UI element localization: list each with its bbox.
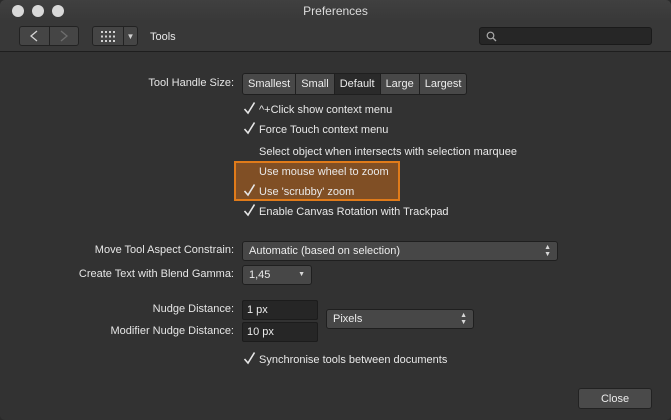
segment-large[interactable]: Large	[379, 74, 419, 94]
checkbox-label: ^+Click show context menu	[259, 104, 393, 116]
checkmark-icon	[243, 204, 256, 217]
chevron-down-icon: ▼	[298, 271, 305, 278]
checkbox-box[interactable]	[243, 184, 256, 198]
checkbox-scrubby-zoom[interactable]: Use 'scrubby' zoom	[243, 184, 354, 200]
move-tool-aspect-label: Move Tool Aspect Constrain:	[94, 244, 234, 256]
checkbox-label: Synchronise tools between documents	[259, 354, 448, 366]
checkbox-label: Force Touch context menu	[259, 124, 389, 136]
section-title: Tools	[150, 31, 176, 43]
toolbar: ▼ Tools	[0, 22, 671, 52]
select-value: 1,45	[249, 269, 271, 281]
checkbox-label: Use 'scrubby' zoom	[259, 186, 355, 198]
checkbox-canvas-rotation[interactable]: Enable Canvas Rotation with Trackpad	[243, 204, 449, 220]
checkbox-label: Select object when intersects with selec…	[259, 146, 518, 158]
units-select[interactable]: Pixels ▲ ▼	[326, 309, 474, 329]
checkmark-icon	[243, 102, 256, 115]
checkbox-box[interactable]	[243, 204, 256, 218]
blend-gamma-select[interactable]: 1,45 ▼	[242, 265, 312, 285]
checkbox-box[interactable]	[243, 102, 256, 116]
select-value: Pixels	[333, 313, 363, 325]
checkbox-label: Use mouse wheel to zoom	[259, 166, 389, 178]
up-down-arrows-icon: ▲ ▼	[460, 312, 467, 326]
checkmark-icon	[243, 184, 256, 197]
checkbox-synchronise-tools[interactable]: Synchronise tools between documents	[243, 352, 447, 368]
segment-largest[interactable]: Largest	[418, 74, 467, 94]
checkbox-ctrl-click-context-menu[interactable]: ^+Click show context menu	[243, 102, 392, 118]
tool-handle-size-segmented: Smallest Small Default Large Largest	[242, 73, 468, 95]
back-button[interactable]	[20, 27, 49, 45]
show-all-group: ▼	[92, 26, 138, 46]
forward-button[interactable]	[48, 27, 79, 45]
triangle-down-icon: ▼	[126, 31, 135, 41]
window-title: Preferences	[303, 4, 368, 18]
blend-gamma-label: Create Text with Blend Gamma:	[78, 268, 234, 280]
show-all-dropdown[interactable]: ▼	[123, 27, 137, 45]
segment-smallest[interactable]: Smallest	[243, 74, 295, 94]
up-down-arrows-icon: ▲ ▼	[544, 244, 551, 258]
move-tool-aspect-select[interactable]: Automatic (based on selection) ▲ ▼	[242, 241, 558, 261]
show-all-button[interactable]	[93, 27, 123, 45]
search-field[interactable]	[479, 27, 652, 45]
checkbox-label: Enable Canvas Rotation with Trackpad	[259, 206, 449, 218]
chevron-right-icon	[60, 30, 68, 42]
select-value: Automatic (based on selection)	[249, 245, 401, 257]
checkbox-select-intersecting[interactable]: Select object when intersects with selec…	[243, 144, 517, 160]
checkbox-box[interactable]	[243, 122, 256, 136]
checkbox-force-touch-context-menu[interactable]: Force Touch context menu	[243, 122, 388, 138]
tools-preferences-pane: Tool Handle Size: Smallest Small Default…	[0, 52, 671, 420]
checkbox-box[interactable]	[243, 166, 255, 178]
nudge-distance-label: Nudge Distance:	[152, 303, 234, 315]
chevron-left-icon	[30, 30, 38, 42]
close-button[interactable]: Close	[578, 388, 652, 409]
search-icon	[486, 31, 497, 42]
checkbox-box[interactable]	[243, 352, 256, 366]
segment-default[interactable]: Default	[333, 74, 380, 94]
title-bar: Preferences	[0, 0, 671, 22]
checkbox-mouse-wheel-zoom[interactable]: Use mouse wheel to zoom	[243, 164, 389, 180]
checkmark-icon	[243, 122, 256, 135]
checkmark-icon	[243, 352, 256, 365]
grid-icon	[101, 30, 115, 42]
preferences-window: Preferences ▼ Tools Tool Handle Size: Sm…	[0, 0, 671, 420]
tool-handle-size-label: Tool Handle Size:	[148, 77, 234, 89]
segment-small[interactable]: Small	[295, 74, 334, 94]
modifier-nudge-label: Modifier Nudge Distance:	[110, 325, 234, 337]
nudge-distance-field[interactable]: 1 px	[242, 300, 318, 320]
modifier-nudge-field[interactable]: 10 px	[242, 322, 318, 342]
navigation-group	[19, 26, 79, 46]
checkbox-box[interactable]	[243, 146, 255, 158]
